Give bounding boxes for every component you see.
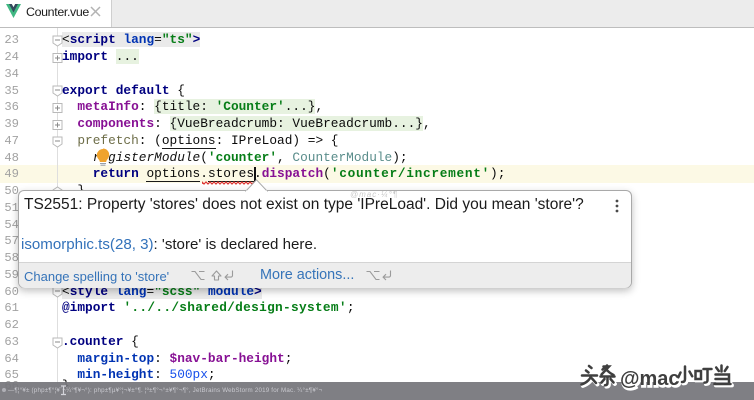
svg-text:@mac: @mac (620, 368, 680, 390)
